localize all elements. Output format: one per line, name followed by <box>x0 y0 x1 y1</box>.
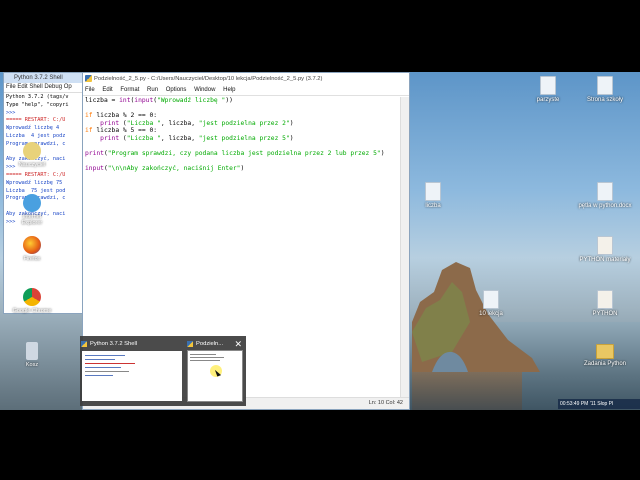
folder-icon <box>596 344 614 359</box>
desktop-icon-label: liczba <box>425 203 441 209</box>
pdf-icon <box>597 236 613 255</box>
code-line[interactable]: ​ <box>85 142 399 150</box>
desktop-icon-label: Internet Explorer <box>21 214 43 226</box>
shell-title-bar[interactable]: Python 3.7.2 Shell <box>4 73 94 83</box>
menu-file[interactable]: File <box>85 87 95 93</box>
shell-line: Type "help", "copyri <box>6 101 69 108</box>
editor-title-bar[interactable]: Podzielność_2_5.py - C:/Users/Nauczyciel… <box>83 73 409 85</box>
taskbar-preview-popup: Python 3.7.2 Shell Podzieln... ✕ <box>80 336 246 406</box>
preview-thumbnail-lines <box>85 355 135 376</box>
python-file-icon <box>187 341 193 347</box>
python-file-icon <box>85 75 92 82</box>
python-file-icon <box>81 341 87 347</box>
desktop-icon-label: Strona szkoły <box>586 97 623 103</box>
desktop-icon-zadania-python[interactable]: Zadania Python <box>569 344 640 367</box>
chrome-icon <box>23 288 41 306</box>
shell-line: Wprowadź liczbę 4 <box>6 125 60 132</box>
desktop-icon-label: Google Chrome <box>12 308 52 314</box>
recycle-bin-icon <box>26 342 38 360</box>
preview-title: Python 3.7.2 Shell <box>90 341 138 347</box>
desktop-icon-label: Nauczyciel <box>18 162 46 168</box>
desktop-icon-python[interactable]: PYTHON <box>569 290 640 317</box>
shell-title: Python 3.7.2 Shell <box>14 75 63 81</box>
menu-edit[interactable]: Edit <box>102 87 112 93</box>
desktop-icon-nauczyciel[interactable]: Nauczyciel <box>12 142 52 168</box>
file-icon <box>483 290 499 309</box>
close-icon[interactable]: ✕ <box>234 339 242 349</box>
desktop-icon-python-materialy[interactable]: PYTHON materiały <box>569 236 640 263</box>
code-line[interactable]: if liczba % 2 == 0: <box>85 112 399 120</box>
internet-explorer-icon <box>23 194 41 212</box>
editor-title: Podzielność_2_5.py - C:/Users/Nauczyciel… <box>94 76 323 82</box>
desktop-wallpaper-rock <box>412 262 540 372</box>
cursor-position: Ln: 10 Col: 42 <box>368 400 403 406</box>
user-folder-icon <box>23 142 41 160</box>
system-clock: 00:53:49 PM '11 Słop Pl <box>558 399 640 409</box>
menu-help[interactable]: Help <box>223 87 235 93</box>
shell-line: Liczba 4 jest podz <box>6 132 66 139</box>
code-line[interactable]: print("Program sprawdzi, czy podana licz… <box>85 150 399 158</box>
code-line[interactable]: if liczba % 5 == 0: <box>85 127 399 135</box>
desktop-icon-label: parzyste <box>536 97 560 103</box>
shell-line: Wprowadź liczbę 75 <box>6 179 63 186</box>
file-icon <box>540 76 556 95</box>
preview-thumbnail <box>82 351 182 401</box>
pdf-icon <box>597 290 613 309</box>
desktop-icon-label: pętla w python.docx <box>578 203 632 209</box>
code-line[interactable]: ​ <box>85 105 399 113</box>
desktop-icon-label: Zadania Python <box>583 361 627 367</box>
desktop-icon-label: 10 lekcja <box>479 311 503 317</box>
code-line[interactable]: print ("Liczba ", liczba, "jest podzieln… <box>85 135 399 143</box>
menu-options[interactable]: Options <box>166 87 187 93</box>
desktop-icon-strona-szkoly[interactable]: Strona szkoły <box>569 76 640 103</box>
desktop-icon-google-chrome[interactable]: Google Chrome <box>12 288 52 314</box>
desktop-icon-label: Kosz <box>25 362 39 368</box>
desktop: parzyste Strona szkoły liczba pętla w py… <box>0 72 640 410</box>
vertical-scrollbar[interactable] <box>400 97 409 397</box>
desktop-icon-label: Firefox <box>23 256 41 262</box>
code-line[interactable]: ​ <box>85 157 399 165</box>
preview-thumbnail <box>187 350 243 402</box>
code-line[interactable]: liczba = int(input("Wprowadź liczbę ")) <box>85 97 399 105</box>
code-line[interactable]: print ("Liczba ", liczba, "jest podzieln… <box>85 120 399 128</box>
shell-menu-bar[interactable]: File Edit Shell Debug Op <box>4 83 94 93</box>
file-icon <box>597 76 613 95</box>
desktop-icon-internet-explorer[interactable]: Internet Explorer <box>12 194 52 226</box>
editor-menu-bar: File Edit Format Run Options Window Help <box>83 85 409 96</box>
desktop-icon-firefox[interactable]: Firefox <box>12 236 52 262</box>
shell-line: ===== RESTART: C:/U <box>6 171 66 178</box>
desktop-icon-label: PYTHON <box>592 311 618 317</box>
firefox-icon <box>23 236 41 254</box>
shell-line: >>> <box>6 109 19 116</box>
shell-line: Python 3.7.2 (tags/v <box>6 94 69 100</box>
menu-window[interactable]: Window <box>194 87 215 93</box>
code-line[interactable]: input("\n\nAby zakończyć, naciśnij Enter… <box>85 165 399 173</box>
document-icon <box>597 182 613 201</box>
preview-python-shell[interactable]: Python 3.7.2 Shell <box>80 339 184 403</box>
file-icon <box>425 182 441 201</box>
menu-run[interactable]: Run <box>147 87 158 93</box>
preview-editor[interactable]: Podzieln... ✕ <box>186 339 244 403</box>
preview-title: Podzieln... <box>196 341 224 347</box>
desktop-icon-kosz[interactable]: Kosz <box>12 342 52 368</box>
desktop-wallpaper-reflection <box>412 372 522 410</box>
desktop-icon-label: PYTHON materiały <box>579 257 631 263</box>
desktop-icon-10-lekcja[interactable]: 10 lekcja <box>455 290 527 317</box>
menu-format[interactable]: Format <box>120 87 139 93</box>
desktop-icon-petla-docx[interactable]: pętla w python.docx <box>569 182 640 209</box>
